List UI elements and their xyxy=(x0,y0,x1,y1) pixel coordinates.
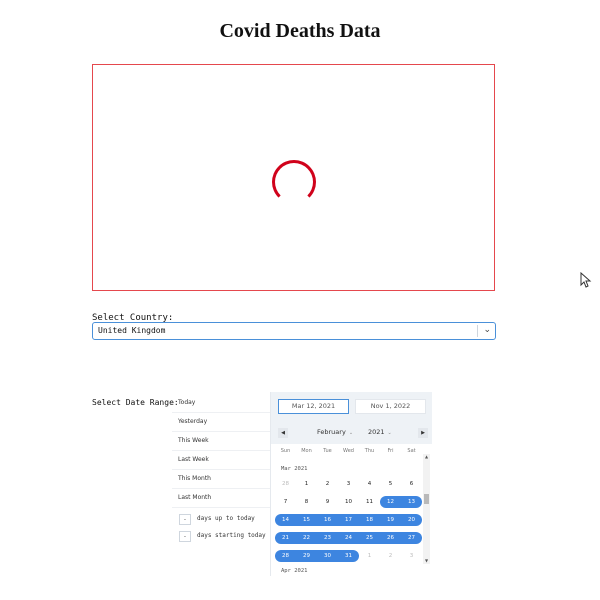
preset-last-month[interactable]: Last Month xyxy=(172,489,270,508)
calendar-day[interactable]: 4 xyxy=(359,478,380,490)
month-navigation: ◀ February ⌄ 2021 ⌄ ▶ xyxy=(274,426,430,440)
weekday-thu: Thu xyxy=(364,448,375,454)
calendar-day-selected[interactable]: 29 xyxy=(296,550,317,562)
days-starting-today-input[interactable]: - xyxy=(179,531,191,542)
year-value: 2021 xyxy=(368,428,385,436)
calendar-day[interactable]: 1 xyxy=(296,478,317,490)
date-range-label: Select Date Range: xyxy=(92,398,179,407)
calendar-day-selected[interactable]: 22 xyxy=(296,532,317,544)
date-range-picker: Mar 12, 2021 Nov 1, 2022 ◀ February ⌄ 202… xyxy=(270,392,433,576)
calendar-day[interactable]: 5 xyxy=(380,478,401,490)
weekday-sun: Sun xyxy=(280,448,291,454)
days-up-to-today-label: days up to today xyxy=(197,515,255,522)
scroll-down-icon[interactable]: ▼ xyxy=(423,558,430,564)
days-starting-today-label: days starting today xyxy=(197,532,266,539)
scroll-up-icon[interactable]: ▲ xyxy=(423,454,430,460)
calendar-day-selected[interactable]: 18 xyxy=(359,514,380,526)
preset-last-week[interactable]: Last Week xyxy=(172,451,270,470)
calendar-day[interactable]: 10 xyxy=(338,496,359,508)
preset-yesterday[interactable]: Yesterday xyxy=(172,413,270,432)
days-starting-today-row: - days starting today xyxy=(172,528,270,545)
year-dropdown[interactable]: 2021 ⌄ xyxy=(368,428,392,436)
calendar-day[interactable]: 9 xyxy=(317,496,338,508)
calendar-day-selected[interactable]: 30 xyxy=(317,550,338,562)
calendar-day[interactable]: 8 xyxy=(296,496,317,508)
calendar-day-selected[interactable]: 23 xyxy=(317,532,338,544)
calendar-day-selected[interactable]: 15 xyxy=(296,514,317,526)
calendar-day-selected[interactable]: 25 xyxy=(359,532,380,544)
loading-spinner-icon xyxy=(272,160,316,204)
weekday-sat: Sat xyxy=(407,448,416,454)
page-title: Covid Deaths Data xyxy=(219,20,381,42)
month-dropdown[interactable]: February ⌄ xyxy=(317,428,353,436)
calendar-day-selected[interactable]: 19 xyxy=(380,514,401,526)
calendar-day[interactable]: 1 xyxy=(359,550,380,562)
weekday-mon: Mon xyxy=(301,448,312,454)
calendar-day-selected[interactable]: 27 xyxy=(401,532,422,544)
calendar-day[interactable]: 2 xyxy=(380,550,401,562)
calendar-day[interactable]: 3 xyxy=(338,478,359,490)
chevron-down-icon: ⌄ xyxy=(348,430,354,436)
days-up-to-today-input[interactable]: - xyxy=(179,514,191,525)
prev-month-button[interactable]: ◀ xyxy=(278,428,288,438)
calendar-day[interactable]: 7 xyxy=(275,496,296,508)
start-date-input[interactable]: Mar 12, 2021 xyxy=(278,399,349,414)
month-label: Apr 2021 xyxy=(281,568,308,574)
chevron-down-icon: ⌄ xyxy=(387,430,392,436)
preset-today[interactable]: Today xyxy=(172,394,270,413)
calendar-day[interactable]: 6 xyxy=(401,478,422,490)
calendar-week: 28 1 2 3 4 5 6 xyxy=(275,478,422,490)
calendar-day[interactable]: 28 xyxy=(275,478,296,490)
calendar-week: 21 22 23 24 25 26 27 xyxy=(275,532,422,544)
calendar-day-selected[interactable]: 24 xyxy=(338,532,359,544)
calendar-day[interactable]: 11 xyxy=(359,496,380,508)
calendar-day-selected[interactable]: 14 xyxy=(275,514,296,526)
calendar-week: 28 29 30 31 1 2 3 xyxy=(275,550,422,562)
next-month-button[interactable]: ▶ xyxy=(418,428,428,438)
weekday-header: Sun Mon Tue Wed Thu Fri Sat xyxy=(275,448,422,460)
calendar-day-selected[interactable]: 12 xyxy=(380,496,401,508)
calendar-day-selected[interactable]: 31 xyxy=(338,550,359,562)
weekday-fri: Fri xyxy=(387,448,394,454)
days-up-to-today-row: - days up to today xyxy=(172,511,270,528)
chevron-down-icon[interactable]: ⌄ xyxy=(483,325,491,335)
mouse-cursor-icon xyxy=(580,272,592,288)
calendar-day-selected[interactable]: 21 xyxy=(275,532,296,544)
calendar-day-selected[interactable]: 28 xyxy=(275,550,296,562)
weekday-wed: Wed xyxy=(343,448,354,454)
weekday-tue: Tue xyxy=(323,448,332,454)
month-label: Mar 2021 xyxy=(281,466,308,472)
calendar-week: 7 8 9 10 11 12 13 xyxy=(275,496,422,508)
preset-this-month[interactable]: This Month xyxy=(172,470,270,489)
country-select-value: United Kingdom xyxy=(98,326,166,335)
chart-container xyxy=(92,64,495,291)
calendar-day-selected[interactable]: 26 xyxy=(380,532,401,544)
select-divider xyxy=(477,325,478,337)
calendar-day-selected[interactable]: 13 xyxy=(401,496,422,508)
calendar-day-selected[interactable]: 20 xyxy=(401,514,422,526)
preset-this-week[interactable]: This Week xyxy=(172,432,270,451)
calendar-day-selected[interactable]: 17 xyxy=(338,514,359,526)
calendar-day-selected[interactable]: 16 xyxy=(317,514,338,526)
calendar-day[interactable]: 2 xyxy=(317,478,338,490)
end-date-input[interactable]: Nov 1, 2022 xyxy=(355,399,426,414)
calendar-body: Sun Mon Tue Wed Thu Fri Sat Mar 2021 28 … xyxy=(271,444,433,576)
month-value: February xyxy=(317,428,346,436)
preset-ranges: Today Yesterday This Week Last Week This… xyxy=(172,394,270,545)
scroll-thumb[interactable] xyxy=(424,494,429,504)
calendar-scrollbar[interactable]: ▲ ▼ xyxy=(423,454,430,564)
country-select[interactable]: United Kingdom ⌄ xyxy=(92,322,496,340)
calendar-week: 14 15 16 17 18 19 20 xyxy=(275,514,422,526)
calendar-day[interactable]: 3 xyxy=(401,550,422,562)
